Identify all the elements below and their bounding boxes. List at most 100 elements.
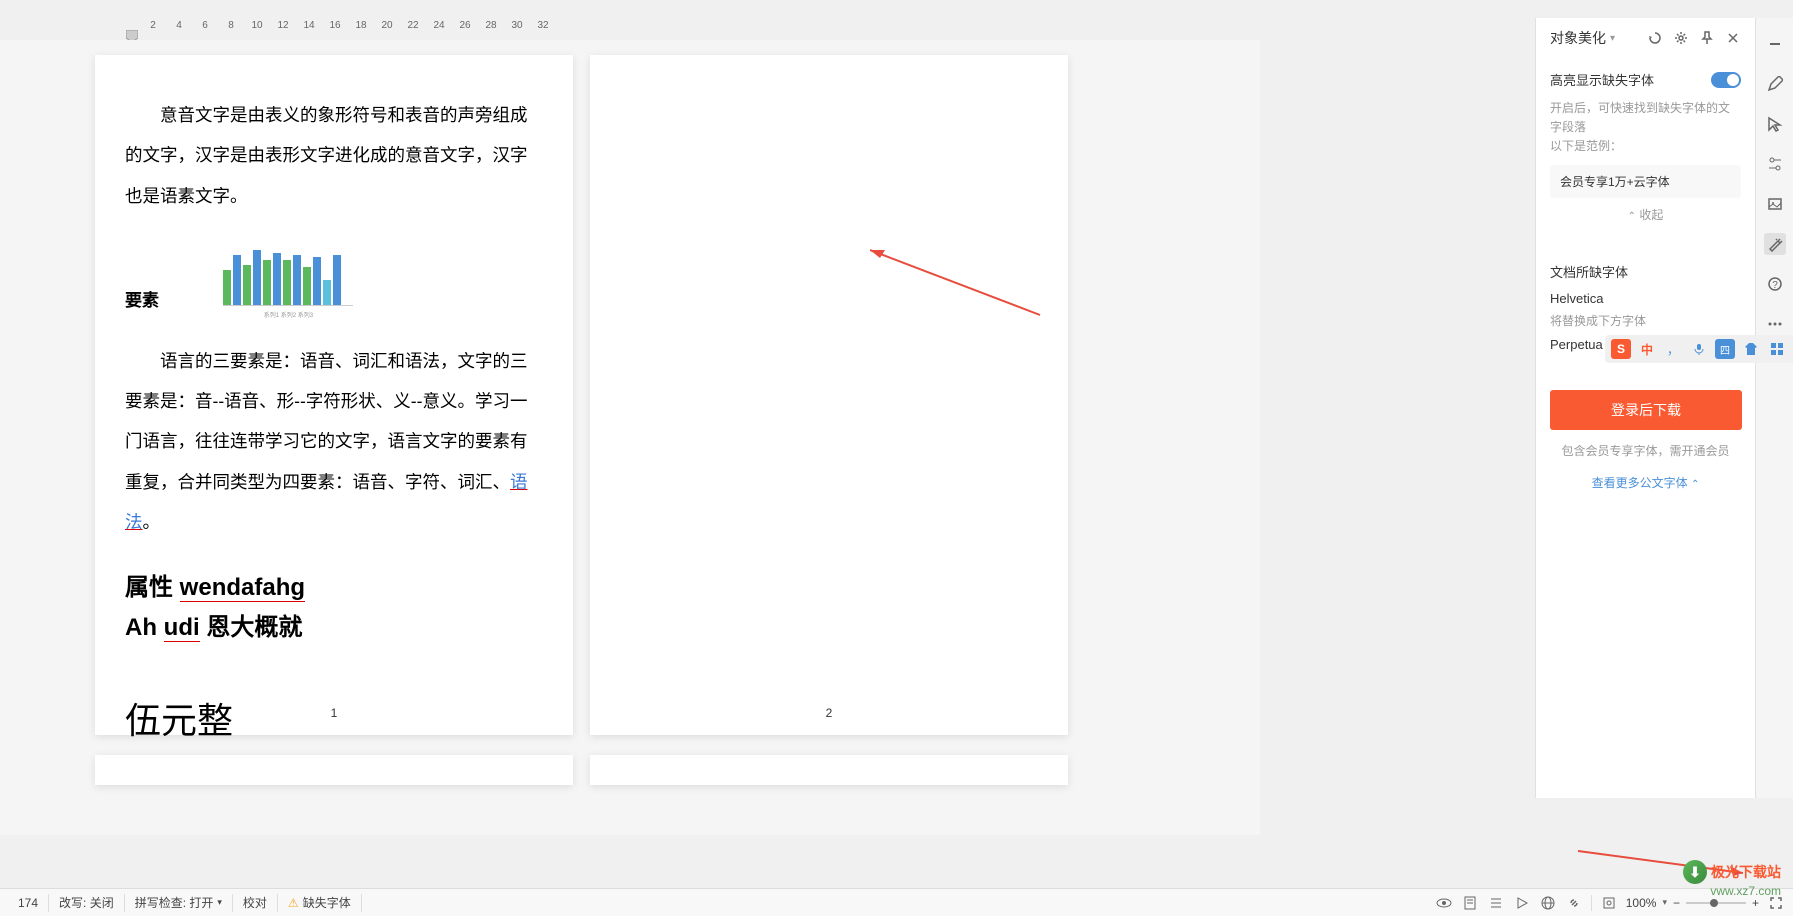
refresh-icon[interactable]: [1647, 30, 1663, 46]
help-icon[interactable]: ?: [1764, 273, 1786, 295]
ruler-mark: 16: [322, 20, 348, 31]
link-icon[interactable]: [1565, 894, 1583, 912]
horizontal-ruler[interactable]: 2 4 6 8 10 12 14 16 18 20 22 24 26 28 30…: [0, 10, 1260, 40]
chevron-down-icon[interactable]: ▾: [1662, 897, 1667, 908]
ime-toolbox-icon[interactable]: [1767, 339, 1787, 359]
close-icon[interactable]: [1725, 30, 1741, 46]
example-box: 会员专享1万+云字体: [1550, 165, 1741, 198]
paragraph-elements[interactable]: 语言的三要素是：语音、词汇和语法，文字的三要素是：音--语音、形--字符形状、义…: [125, 341, 543, 542]
chevron-down-icon: ▾: [217, 897, 222, 908]
ruler-mark: 8: [218, 20, 244, 31]
chart-bar: [303, 267, 311, 305]
section-title-elements[interactable]: 要素: [125, 286, 159, 311]
ime-mic-icon[interactable]: [1689, 339, 1709, 359]
ruler-mark: 2: [140, 20, 166, 31]
heading-line2[interactable]: Ah udi 恩大概就: [125, 607, 543, 642]
missing-fonts-section: 文档所缺字体 Helvetica 将替换成下方字体 Perpetua 替换: [1536, 235, 1755, 390]
ruler-mark: 26: [452, 20, 478, 31]
document-page-3[interactable]: [95, 755, 573, 785]
heading2-prefix: Ah: [125, 614, 164, 641]
status-rewrite[interactable]: 改写: 关闭: [49, 894, 125, 912]
ruler-mark: 30: [504, 20, 530, 31]
status-page[interactable]: 174: [8, 894, 49, 912]
document-page-1[interactable]: 意音文字是由表义的象形符号和表音的声旁组成的文字，汉字是由表形文字进化成的意音文…: [95, 55, 573, 735]
heading2-suffix: 恩大概就: [200, 614, 303, 641]
more-fonts-link[interactable]: 查看更多公文字体 ⌃: [1536, 474, 1755, 491]
chevron-down-icon[interactable]: ▾: [1610, 33, 1615, 44]
chart-bar: [323, 280, 331, 305]
status-proofread[interactable]: 校对: [233, 894, 278, 912]
chart-bar: [223, 270, 231, 305]
panel-header: 对象美化 ▾: [1536, 18, 1755, 58]
document-canvas[interactable]: ⋮⋮ 意音文字是由表义的象形符号和表音的声旁组成的文字，汉字是由表形文字进化成的…: [0, 40, 1260, 835]
status-bar: 174 改写: 关闭 拼写检查: 打开 ▾ 校对 ⚠ 缺失字体: [0, 888, 1793, 916]
ruler-mark: 6: [192, 20, 218, 31]
adjust-icon[interactable]: [1764, 153, 1786, 175]
warning-icon: ⚠: [288, 896, 299, 910]
fit-icon[interactable]: [1600, 894, 1618, 912]
chart-bar: [243, 265, 251, 305]
paragraph-intro[interactable]: 意音文字是由表义的象形符号和表音的声旁组成的文字，汉字是由表形文字进化成的意音文…: [125, 95, 543, 216]
more-icon[interactable]: [1764, 313, 1786, 335]
ime-lang-icon[interactable]: 中: [1637, 339, 1657, 359]
ruler-mark: 18: [348, 20, 374, 31]
ime-skin-icon[interactable]: [1741, 339, 1761, 359]
magic-icon[interactable]: [1764, 233, 1786, 255]
toggle-label: 高亮显示缺失字体: [1550, 70, 1654, 89]
para2-text: 语言的三要素是：语音、词汇和语法，文字的三要素是：音--语音、形--字符形状、义…: [125, 351, 528, 492]
page-number-2: 2: [826, 706, 833, 720]
ime-punct-icon[interactable]: ，: [1663, 339, 1683, 359]
chart-bar: [283, 260, 291, 305]
ruler-mark: 14: [296, 20, 322, 31]
page-number-1: 1: [331, 706, 338, 720]
login-download-button[interactable]: 登录后下载: [1550, 390, 1742, 430]
ruler-mark: 24: [426, 20, 452, 31]
panel-title: 对象美化: [1550, 28, 1606, 48]
zoom-value[interactable]: 100%: [1626, 896, 1657, 910]
chart-bar: [263, 260, 271, 305]
heading2-mid: udi: [164, 614, 200, 642]
collapse-link[interactable]: ⌃ 收起: [1550, 206, 1741, 223]
pen-icon[interactable]: [1764, 73, 1786, 95]
web-icon[interactable]: [1539, 894, 1557, 912]
ruler-mark: 32: [530, 20, 556, 31]
watermark-text: 极光下载站: [1711, 862, 1781, 882]
chart-bar: [273, 253, 281, 305]
missing-font-helvetica: Helvetica: [1550, 291, 1741, 306]
heading1-english: wendafahg: [180, 574, 305, 602]
status-missing-font[interactable]: ⚠ 缺失字体: [278, 894, 362, 912]
watermark-url: vww.xz7.com: [1710, 884, 1781, 898]
settings-icon[interactable]: [1673, 30, 1689, 46]
vip-hint: 包含会员专享字体，需开通会员: [1536, 442, 1755, 459]
heading-attributes[interactable]: 属性 wendafahg: [125, 567, 543, 602]
document-page-2[interactable]: 2: [590, 55, 1068, 735]
zoom-out-button[interactable]: −: [1673, 896, 1680, 910]
ruler-mark: 10: [244, 20, 270, 31]
ruler-mark: 20: [374, 20, 400, 31]
object-beautify-panel: 对象美化 ▾ 高亮显示缺失字体 开启后，可快速找到缺失字体的文字段落: [1535, 18, 1755, 798]
status-spellcheck[interactable]: 拼写检查: 打开 ▾: [125, 894, 233, 912]
ruler-mark: 22: [400, 20, 426, 31]
ime-sogou-icon[interactable]: S: [1611, 339, 1631, 359]
missing-fonts-label: 文档所缺字体: [1550, 262, 1741, 281]
highlight-toggle[interactable]: [1711, 72, 1741, 88]
pin-icon[interactable]: [1699, 30, 1715, 46]
ime-keyboard-icon[interactable]: 四: [1715, 339, 1735, 359]
document-page-4[interactable]: [590, 755, 1068, 785]
ruler-mark: 4: [166, 20, 192, 31]
page-view-icon[interactable]: [1461, 894, 1479, 912]
eye-icon[interactable]: [1435, 894, 1453, 912]
zoom-slider[interactable]: [1686, 902, 1746, 904]
outline-view-icon[interactable]: [1487, 894, 1505, 912]
missing-font-perpetua: Perpetua: [1550, 337, 1603, 352]
cursor-icon[interactable]: [1764, 113, 1786, 135]
para2-end: 。: [143, 512, 161, 532]
ruler-mark: 12: [270, 20, 296, 31]
minimize-icon[interactable]: [1764, 33, 1786, 55]
heading1-prefix: 属性: [125, 574, 180, 601]
play-icon[interactable]: [1513, 894, 1531, 912]
chart-bar: [313, 257, 321, 305]
image-icon[interactable]: [1764, 193, 1786, 215]
embedded-bar-chart[interactable]: 系列1 系列2 系列3: [223, 246, 353, 321]
ime-indicator-bar[interactable]: S 中 ， 四: [1605, 335, 1793, 363]
